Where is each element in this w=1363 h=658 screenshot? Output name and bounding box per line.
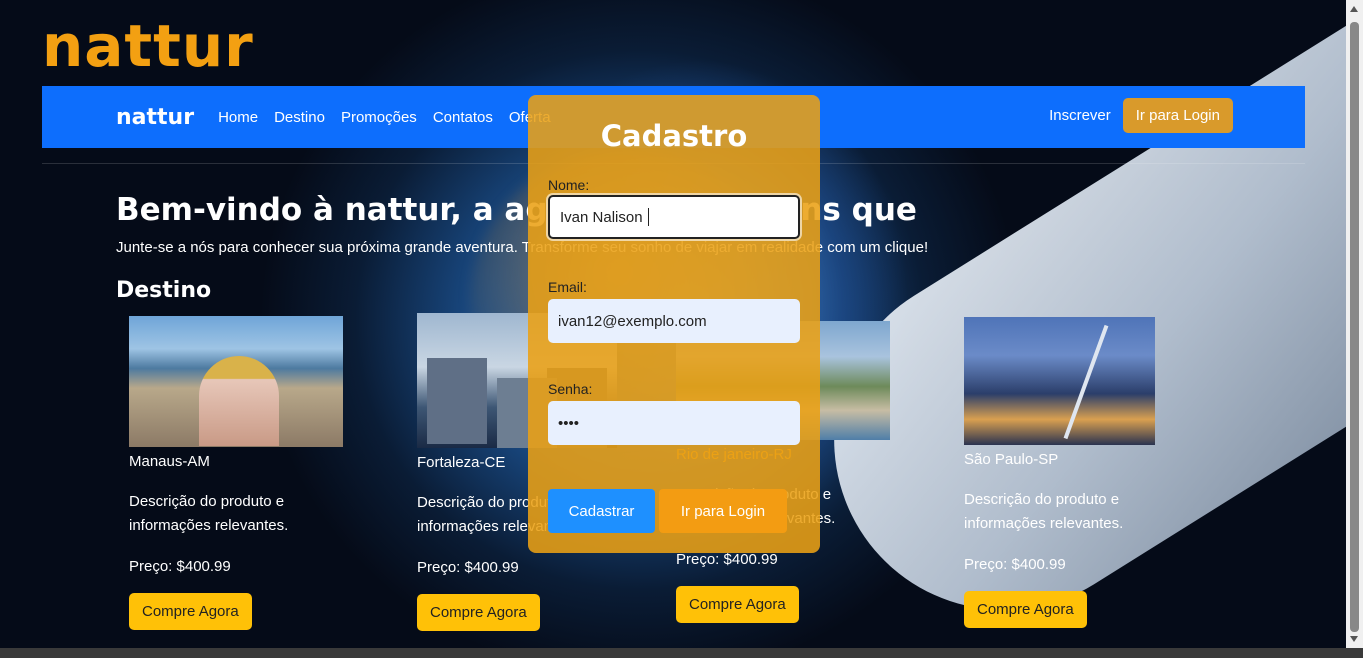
destination-price: Preço: $400.99 — [676, 551, 778, 568]
destination-card-manaus: Manaus-AM Descrição do produto e informa… — [129, 316, 343, 630]
section-title-destino: Destino — [116, 278, 212, 303]
nav-link-contatos[interactable]: Contatos — [433, 109, 493, 126]
destination-card-sao-paulo: São Paulo-SP Descrição do produto e info… — [964, 317, 1164, 628]
destination-price: Preço: $400.99 — [417, 559, 519, 576]
destination-image-sao-paulo — [964, 317, 1155, 445]
modal-title: Cadastro — [600, 119, 748, 153]
navbar-actions: Inscrever Ir para Login — [1049, 98, 1233, 133]
destination-name: Manaus-AM — [129, 453, 210, 470]
scrollbar-thumb[interactable] — [1350, 22, 1359, 632]
bottom-bar — [0, 648, 1363, 658]
buy-now-button[interactable]: Compre Agora — [676, 586, 799, 623]
nav-link-promocoes[interactable]: Promoções — [341, 109, 417, 126]
destination-description: Descrição do produto e informações relev… — [964, 491, 1124, 532]
name-field[interactable]: Ivan Nalison — [548, 195, 800, 239]
navbar-brand[interactable]: nattur — [116, 105, 194, 130]
destination-price: Preço: $400.99 — [129, 558, 231, 575]
signup-modal: Cadastro Nome: Ivan Nalison Email: ivan1… — [528, 95, 820, 553]
nav-link-destino[interactable]: Destino — [274, 109, 325, 126]
email-label: Email: — [548, 279, 587, 295]
scroll-up-arrow-icon[interactable] — [1350, 6, 1358, 12]
login-button[interactable]: Ir para Login — [1122, 98, 1233, 133]
destination-description: Descrição do produto e informações relev… — [129, 493, 289, 534]
name-field-value: Ivan Nalison — [560, 208, 643, 226]
register-button[interactable]: Cadastrar — [548, 489, 655, 533]
email-field[interactable]: ivan12@exemplo.com — [548, 299, 800, 343]
scroll-down-arrow-icon[interactable] — [1350, 636, 1358, 642]
email-field-value: ivan12@exemplo.com — [558, 312, 707, 330]
password-label: Senha: — [548, 381, 593, 397]
buy-now-button[interactable]: Compre Agora — [417, 594, 540, 631]
modal-login-button[interactable]: Ir para Login — [659, 489, 787, 533]
signup-link[interactable]: Inscrever — [1049, 107, 1111, 124]
destination-image-manaus — [129, 316, 343, 447]
destination-name: São Paulo-SP — [964, 451, 1059, 468]
buy-now-button[interactable]: Compre Agora — [964, 591, 1087, 628]
buy-now-button[interactable]: Compre Agora — [129, 593, 252, 630]
page-viewport: nattur nattur Home Destino Promoções Con… — [0, 0, 1346, 648]
password-field[interactable]: •••• — [548, 401, 800, 445]
text-caret — [647, 208, 649, 226]
nav-link-home[interactable]: Home — [218, 109, 258, 126]
site-logo[interactable]: nattur — [42, 12, 254, 80]
password-field-value: •••• — [558, 414, 580, 432]
vertical-scrollbar[interactable] — [1346, 0, 1363, 648]
destination-price: Preço: $400.99 — [964, 556, 1066, 573]
name-label: Nome: — [548, 177, 590, 193]
